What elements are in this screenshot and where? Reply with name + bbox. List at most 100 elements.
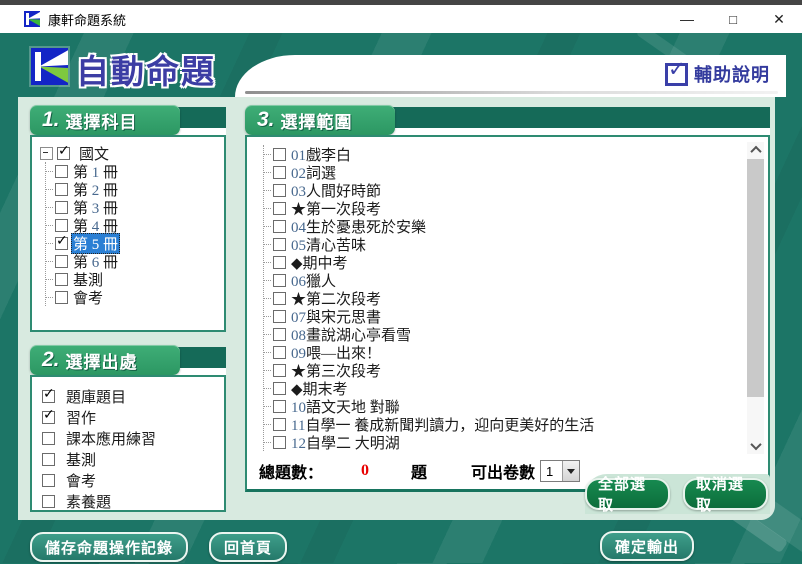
- unit-label: 題: [411, 459, 427, 483]
- list-item[interactable]: 02詞選: [264, 163, 768, 181]
- list-item[interactable]: ★第一次段考: [264, 199, 768, 217]
- checkbox-unchecked[interactable]: [273, 418, 286, 431]
- checkbox-unchecked[interactable]: [273, 148, 286, 161]
- source-checkbox-list: 題庫題目習作課本應用練習基測會考素養題: [32, 377, 224, 519]
- scrollbar-thumb[interactable]: [747, 159, 764, 397]
- checkbox-unchecked[interactable]: [55, 255, 68, 268]
- list-item[interactable]: 第 5 冊: [46, 234, 222, 252]
- checkbox-unchecked[interactable]: [273, 328, 286, 341]
- checkbox-unchecked[interactable]: [273, 346, 286, 359]
- checkbox-unchecked[interactable]: [273, 184, 286, 197]
- panel-select-subject: 1. 選擇科目 國文 第 1 冊第 2 冊第 3 冊第 4 冊第 5 冊第 6 …: [30, 105, 226, 332]
- checkbox-checked[interactable]: [55, 237, 68, 250]
- checkbox-unchecked[interactable]: [42, 495, 55, 508]
- list-item[interactable]: 會考: [46, 288, 222, 306]
- chevron-down-icon: [567, 469, 575, 474]
- list-item[interactable]: 09喂—出來！: [264, 343, 768, 361]
- panel-number: 3.: [257, 108, 275, 132]
- checkbox-unchecked[interactable]: [55, 201, 68, 214]
- deselect-all-label: 取消選取: [696, 473, 755, 515]
- list-item[interactable]: 08畫說湖心亭看雪: [264, 325, 768, 343]
- checkbox-unchecked[interactable]: [273, 310, 286, 323]
- checkbox-unchecked[interactable]: [42, 432, 55, 445]
- list-item[interactable]: 基測: [42, 450, 218, 469]
- panel-number: 1.: [42, 108, 60, 132]
- confirm-output-label: 確定輸出: [615, 536, 679, 557]
- scrollbar[interactable]: [747, 142, 764, 454]
- checkbox-unchecked[interactable]: [273, 400, 286, 413]
- list-item[interactable]: 基測: [46, 270, 222, 288]
- confirm-output-button[interactable]: 確定輸出: [600, 531, 694, 561]
- checkbox-unchecked[interactable]: [273, 292, 286, 305]
- checkbox-unchecked[interactable]: [273, 238, 286, 251]
- checkbox-checked[interactable]: [42, 411, 55, 424]
- home-button[interactable]: 回首頁: [209, 532, 287, 562]
- dropdown-button[interactable]: [562, 461, 579, 481]
- checkbox-unchecked[interactable]: [273, 220, 286, 233]
- help-button[interactable]: 輔助說明: [665, 61, 770, 87]
- list-item[interactable]: 10語文天地 對聯: [264, 397, 768, 415]
- list-item[interactable]: ★第二次段考: [264, 289, 768, 307]
- list-item[interactable]: ★第三次段考: [264, 361, 768, 379]
- app-header: 自動命題 輔助說明: [0, 33, 802, 97]
- checkbox-unchecked[interactable]: [273, 382, 286, 395]
- checkbox-unchecked[interactable]: [55, 219, 68, 232]
- checkbox-checked[interactable]: [42, 390, 55, 403]
- list-item[interactable]: 第 4 冊: [46, 216, 222, 234]
- list-item[interactable]: 會考: [42, 471, 218, 490]
- list-item[interactable]: 題庫題目: [42, 387, 218, 406]
- checkbox-unchecked[interactable]: [273, 256, 286, 269]
- source-list-box: 題庫題目習作課本應用練習基測會考素養題: [30, 375, 226, 512]
- tree-root-item[interactable]: 國文: [40, 144, 222, 162]
- select-all-button[interactable]: 全部選取: [585, 478, 670, 510]
- papers-label: 可出卷數: [471, 459, 535, 483]
- list-item[interactable]: 01戲李白: [264, 145, 768, 163]
- checkbox-unchecked[interactable]: [273, 436, 286, 449]
- checkbox-checked[interactable]: [57, 147, 70, 160]
- checkbox-unchecked[interactable]: [273, 274, 286, 287]
- checkbox-unchecked[interactable]: [42, 453, 55, 466]
- list-item[interactable]: 習作: [42, 408, 218, 427]
- list-item[interactable]: 第 3 冊: [46, 198, 222, 216]
- collapse-icon[interactable]: [40, 147, 53, 160]
- list-item[interactable]: 課本應用練習: [42, 429, 218, 448]
- close-button[interactable]: ✕: [756, 5, 802, 33]
- minimize-button[interactable]: —: [664, 5, 710, 33]
- checkbox-unchecked[interactable]: [42, 474, 55, 487]
- close-icon: ✕: [773, 11, 785, 28]
- checkbox-unchecked[interactable]: [273, 202, 286, 215]
- maximize-icon: □: [729, 12, 737, 27]
- list-item[interactable]: 03人間好時節: [264, 181, 768, 199]
- scroll-up-icon[interactable]: [747, 142, 764, 158]
- deselect-all-button[interactable]: 取消選取: [683, 478, 768, 510]
- maximize-button[interactable]: □: [710, 5, 756, 33]
- list-item[interactable]: 素養題: [42, 492, 218, 511]
- minimize-icon: —: [680, 11, 694, 27]
- list-item[interactable]: 第 6 冊: [46, 252, 222, 270]
- list-item[interactable]: ◆期末考: [264, 379, 768, 397]
- save-log-label: 儲存命題操作記錄: [45, 537, 173, 558]
- save-log-button[interactable]: 儲存命題操作記錄: [30, 532, 188, 562]
- checkbox-unchecked[interactable]: [273, 166, 286, 179]
- list-item[interactable]: 06獵人: [264, 271, 768, 289]
- checkbox-unchecked[interactable]: [273, 364, 286, 377]
- list-item[interactable]: ◆期中考: [264, 253, 768, 271]
- scroll-down-icon[interactable]: [747, 438, 764, 454]
- checkbox-unchecked[interactable]: [55, 291, 68, 304]
- list-item[interactable]: 07與宋元思書: [264, 307, 768, 325]
- page-title: 自動命題: [76, 45, 216, 93]
- header-strip: [383, 107, 770, 128]
- checkbox-unchecked[interactable]: [55, 183, 68, 196]
- subject-tree-box: 國文 第 1 冊第 2 冊第 3 冊第 4 冊第 5 冊第 6 冊基測會考: [30, 135, 226, 332]
- papers-count-select[interactable]: 1: [540, 460, 580, 482]
- list-item[interactable]: 第 2 冊: [46, 180, 222, 198]
- home-label: 回首頁: [224, 537, 272, 558]
- list-item[interactable]: 11自學一 養成新聞判讀力，迎向更美好的生活: [264, 415, 768, 433]
- panel-range-tab: 3. 選擇範圍: [245, 105, 395, 135]
- list-item[interactable]: 第 1 冊: [46, 162, 222, 180]
- list-item[interactable]: 05清心苦味: [264, 235, 768, 253]
- list-item[interactable]: 12自學二 大明湖: [264, 433, 768, 451]
- checkbox-unchecked[interactable]: [55, 165, 68, 178]
- checkbox-unchecked[interactable]: [55, 273, 68, 286]
- list-item[interactable]: 04生於憂患死於安樂: [264, 217, 768, 235]
